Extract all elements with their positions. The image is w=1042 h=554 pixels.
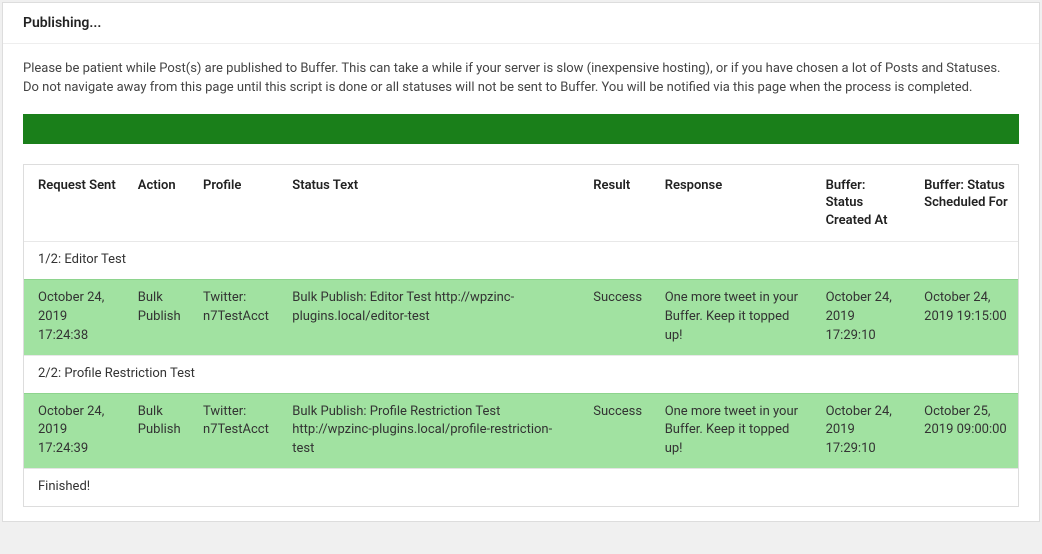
col-status-text: Status Text <box>282 165 583 242</box>
cell-created-at: October 24, 2019 17:29:10 <box>816 280 915 356</box>
cell-scheduled-for: October 25, 2019 09:00:00 <box>914 393 1018 469</box>
cell-action: Bulk Publish <box>128 280 193 356</box>
cell-action: Bulk Publish <box>128 393 193 469</box>
table-header-row: Request Sent Action Profile Status Text … <box>24 165 1018 242</box>
finished-label: Finished! <box>24 469 1018 506</box>
progress-bar <box>23 114 1019 144</box>
finished-row: Finished! <box>24 469 1018 506</box>
cell-profile: Twitter: n7TestAcct <box>193 280 282 356</box>
notice-text: Please be patient while Post(s) are publ… <box>23 60 1019 98</box>
publishing-panel: Publishing... Please be patient while Po… <box>2 2 1040 522</box>
cell-scheduled-for: October 24, 2019 19:15:00 <box>914 280 1018 356</box>
section-label: 1/2: Editor Test <box>24 242 1018 280</box>
section-label: 2/2: Profile Restriction Test <box>24 355 1018 393</box>
cell-request-sent: October 24, 2019 17:24:38 <box>24 280 128 356</box>
cell-status-text: Bulk Publish: Editor Test http://wpzinc-… <box>282 280 583 356</box>
table-row: October 24, 2019 17:24:39 Bulk Publish T… <box>24 393 1018 469</box>
section-row: 2/2: Profile Restriction Test <box>24 355 1018 393</box>
cell-response: One more tweet in your Buffer. Keep it t… <box>655 393 816 469</box>
cell-result: Success <box>583 280 654 356</box>
col-request-sent: Request Sent <box>24 165 128 242</box>
cell-response: One more tweet in your Buffer. Keep it t… <box>655 280 816 356</box>
cell-created-at: October 24, 2019 17:29:10 <box>816 393 915 469</box>
cell-request-sent: October 24, 2019 17:24:39 <box>24 393 128 469</box>
col-action: Action <box>128 165 193 242</box>
col-result: Result <box>583 165 654 242</box>
panel-body: Please be patient while Post(s) are publ… <box>3 44 1039 521</box>
section-row: 1/2: Editor Test <box>24 242 1018 280</box>
col-response: Response <box>655 165 816 242</box>
col-scheduled-for: Buffer: Status Scheduled For <box>914 165 1018 242</box>
cell-profile: Twitter: n7TestAcct <box>193 393 282 469</box>
table-row: October 24, 2019 17:24:38 Bulk Publish T… <box>24 280 1018 356</box>
cell-status-text: Bulk Publish: Profile Restriction Test h… <box>282 393 583 469</box>
cell-result: Success <box>583 393 654 469</box>
results-table-wrap: Request Sent Action Profile Status Text … <box>23 164 1019 507</box>
results-table: Request Sent Action Profile Status Text … <box>24 165 1018 506</box>
col-profile: Profile <box>193 165 282 242</box>
panel-title: Publishing... <box>3 3 1039 44</box>
col-created-at: Buffer: Status Created At <box>816 165 915 242</box>
